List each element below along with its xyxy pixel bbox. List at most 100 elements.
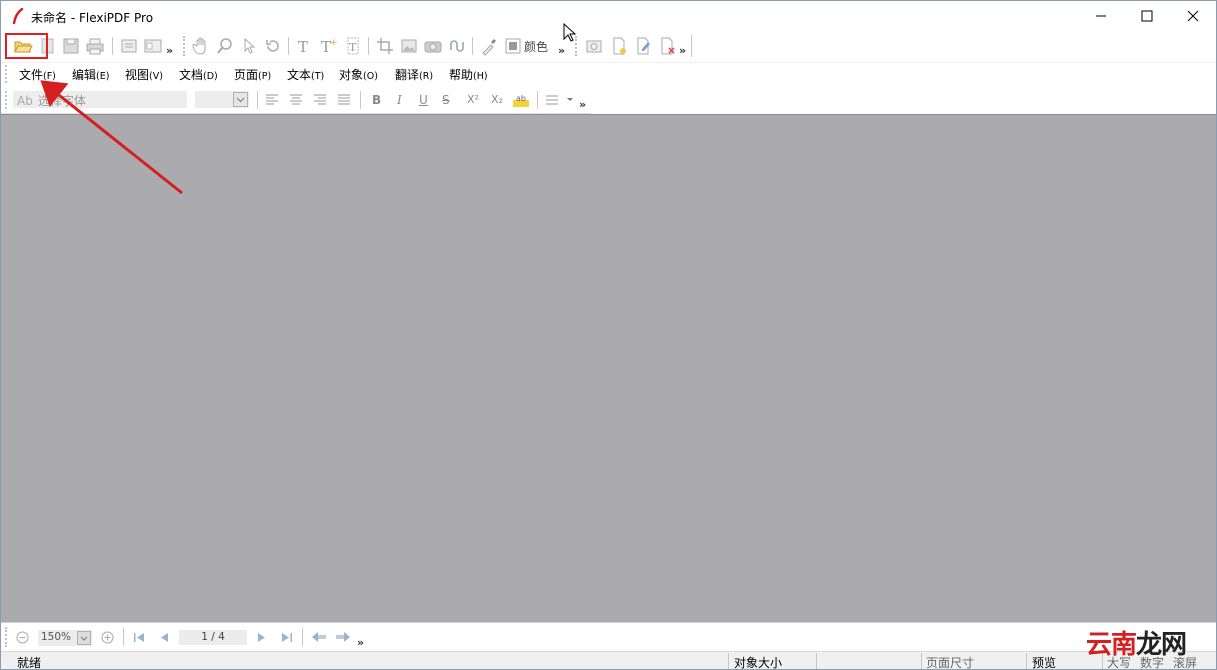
align-right-icon[interactable] [313,93,327,107]
save-icon[interactable] [61,36,81,56]
watermark-text-b: 龙网 [1136,630,1187,660]
watermark-text-a: 云南 [1086,630,1137,660]
last-page-icon[interactable] [281,632,293,643]
first-page-icon[interactable] [133,632,145,643]
window-title: 未命名 - FlexiPDF Pro [31,11,154,25]
strikethrough-button[interactable]: S [442,93,450,107]
font-size-select[interactable] [195,91,249,108]
superscript-button[interactable]: X² [467,93,479,106]
previous-page-icon[interactable] [158,632,170,643]
menu-view[interactable]: 视图(V) [125,66,163,83]
menu-page[interactable]: 页面(P) [234,66,271,83]
status-bar: 就绪 对象大小 页面尺寸 预览 大写 数字 滚屏 [1,651,1216,670]
menu-document-label: 文档 [179,68,204,82]
insert-text-icon[interactable]: T + [319,36,339,56]
rotate-icon[interactable] [263,36,283,56]
toolbar-overflow-icon[interactable]: » [357,636,364,649]
menu-document-accel: (D) [203,71,218,82]
italic-button[interactable]: I [397,93,402,107]
menu-edit-label: 编辑 [72,68,97,82]
crop-icon[interactable] [375,36,395,56]
format-toolbar: Ab 选择字体 B I U S X² X₂ ab » [1,87,591,114]
toolbar-separator [123,628,124,646]
flexipdf-logo-icon [12,8,24,24]
document-canvas[interactable] [1,114,1216,622]
highlight-box [5,33,48,59]
two-page-view-icon[interactable] [143,36,163,56]
color-swatch-icon[interactable] [503,36,523,56]
menu-text[interactable]: 文本(T) [287,66,324,83]
menu-text-accel: (T) [311,71,325,82]
back-view-icon[interactable] [311,631,327,643]
toolbar-separator [368,37,369,55]
main-toolbar: » T T + T 颜色 » » [1,31,1216,61]
app-window: 未命名 - FlexiPDF Pro » T T + T 颜色 » » 文件(F… [0,0,1217,670]
menu-file-accel: (F) [43,71,56,82]
new-page-icon[interactable] [609,36,629,56]
subscript-button[interactable]: X₂ [491,93,503,106]
zoom-value: 150% [41,631,72,643]
snapshot-icon[interactable] [423,36,443,56]
navbar-grip[interactable] [5,627,9,647]
forward-view-icon[interactable] [335,631,351,643]
toolbar-overflow-icon[interactable]: » [679,44,686,57]
zoom-out-icon[interactable] [16,631,29,644]
menu-translate-accel: (R) [419,71,434,82]
link-tool-icon[interactable] [447,36,467,56]
color-label[interactable]: 颜色 [524,38,548,55]
zoom-tool-icon[interactable] [215,36,235,56]
menu-view-accel: (V) [149,71,163,82]
toolbar-overflow-icon[interactable]: » [579,98,586,111]
format-grip[interactable] [5,91,9,109]
highlight-text-icon[interactable]: ab [511,91,531,109]
scan-icon[interactable] [584,36,604,56]
menu-translate[interactable]: 翻译(R) [395,66,433,83]
select-tool-icon[interactable] [239,36,259,56]
zoom-select[interactable]: 150% [38,630,92,646]
page-view-icon[interactable] [119,36,139,56]
hand-tool-icon[interactable] [191,36,211,56]
align-center-icon[interactable] [289,93,303,107]
toolbar-overflow-icon[interactable]: » [558,44,565,57]
toolbar-overflow-icon[interactable]: » [166,44,173,57]
menu-object[interactable]: 对象(O) [339,66,378,83]
status-ready: 就绪 [17,656,42,670]
menu-view-label: 视图 [125,68,150,82]
menu-document[interactable]: 文档(D) [179,66,218,83]
toolbar-separator [302,628,303,646]
menubar-grip[interactable] [5,65,9,83]
menu-file[interactable]: 文件(F) [19,66,56,83]
align-left-icon[interactable] [265,93,279,107]
title-bar: 未命名 - FlexiPDF Pro [1,1,1216,31]
menu-edit[interactable]: 编辑(E) [72,66,109,83]
chevron-down-icon[interactable] [77,631,91,645]
toolbar-grip[interactable] [183,36,187,56]
page-number-field[interactable]: 1 / 4 [179,630,247,645]
zoom-in-icon[interactable] [101,631,114,644]
status-preview: 预览 [1032,656,1057,670]
print-icon[interactable] [85,36,105,56]
bold-button[interactable]: B [372,93,381,107]
edit-page-icon[interactable] [633,36,653,56]
underline-button[interactable]: U [419,93,428,107]
close-button[interactable] [1170,1,1216,31]
text-block-icon[interactable]: T [343,36,363,56]
chevron-down-icon[interactable] [233,92,248,107]
minimize-button[interactable] [1078,1,1124,31]
menu-help[interactable]: 帮助(H) [449,66,488,83]
eyedropper-icon[interactable] [479,36,499,56]
menu-text-label: 文本 [287,68,312,82]
status-separator [816,653,817,669]
justify-icon[interactable] [337,93,351,107]
maximize-button[interactable] [1124,1,1170,31]
next-page-icon[interactable] [256,632,268,643]
text-tool-icon[interactable]: T [295,36,315,56]
line-spacing-icon[interactable] [545,93,575,109]
font-select[interactable]: Ab 选择字体 [13,91,187,108]
menu-translate-label: 翻译 [395,68,420,82]
image-tool-icon[interactable] [399,36,419,56]
delete-page-icon[interactable] [657,36,677,56]
font-prefix: Ab [17,94,33,108]
font-placeholder: 选择字体 [37,94,86,108]
menu-page-label: 页面 [234,68,259,82]
